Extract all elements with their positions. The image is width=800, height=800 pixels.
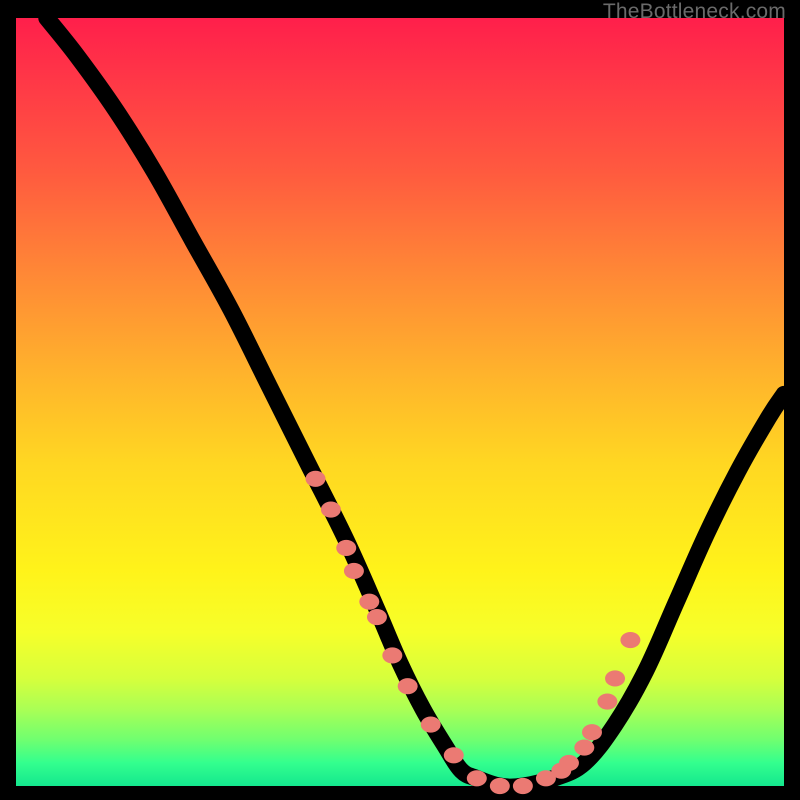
marker-dot: [382, 647, 402, 663]
marker-dot: [467, 770, 487, 786]
marker-dot: [559, 755, 579, 771]
marker-dot: [306, 471, 326, 487]
marker-dot: [620, 632, 640, 648]
marker-dot: [367, 609, 387, 625]
marker-dot: [582, 724, 602, 740]
marker-dot: [574, 740, 594, 756]
marker-dot: [398, 678, 418, 694]
marker-dot: [444, 747, 464, 763]
marker-dot: [490, 778, 510, 794]
marker-dot: [344, 563, 364, 579]
watermark-text: TheBottleneck.com: [603, 0, 786, 24]
plot-area: [16, 18, 784, 786]
chart-stage: TheBottleneck.com: [0, 0, 800, 800]
marker-dot: [513, 778, 533, 794]
marker-layer: [16, 18, 784, 786]
marker-dot: [336, 540, 356, 556]
marker-dot: [359, 594, 379, 610]
marker-dot: [597, 693, 617, 709]
marker-dot: [321, 501, 341, 517]
marker-dot: [605, 670, 625, 686]
marker-dot: [421, 716, 441, 732]
